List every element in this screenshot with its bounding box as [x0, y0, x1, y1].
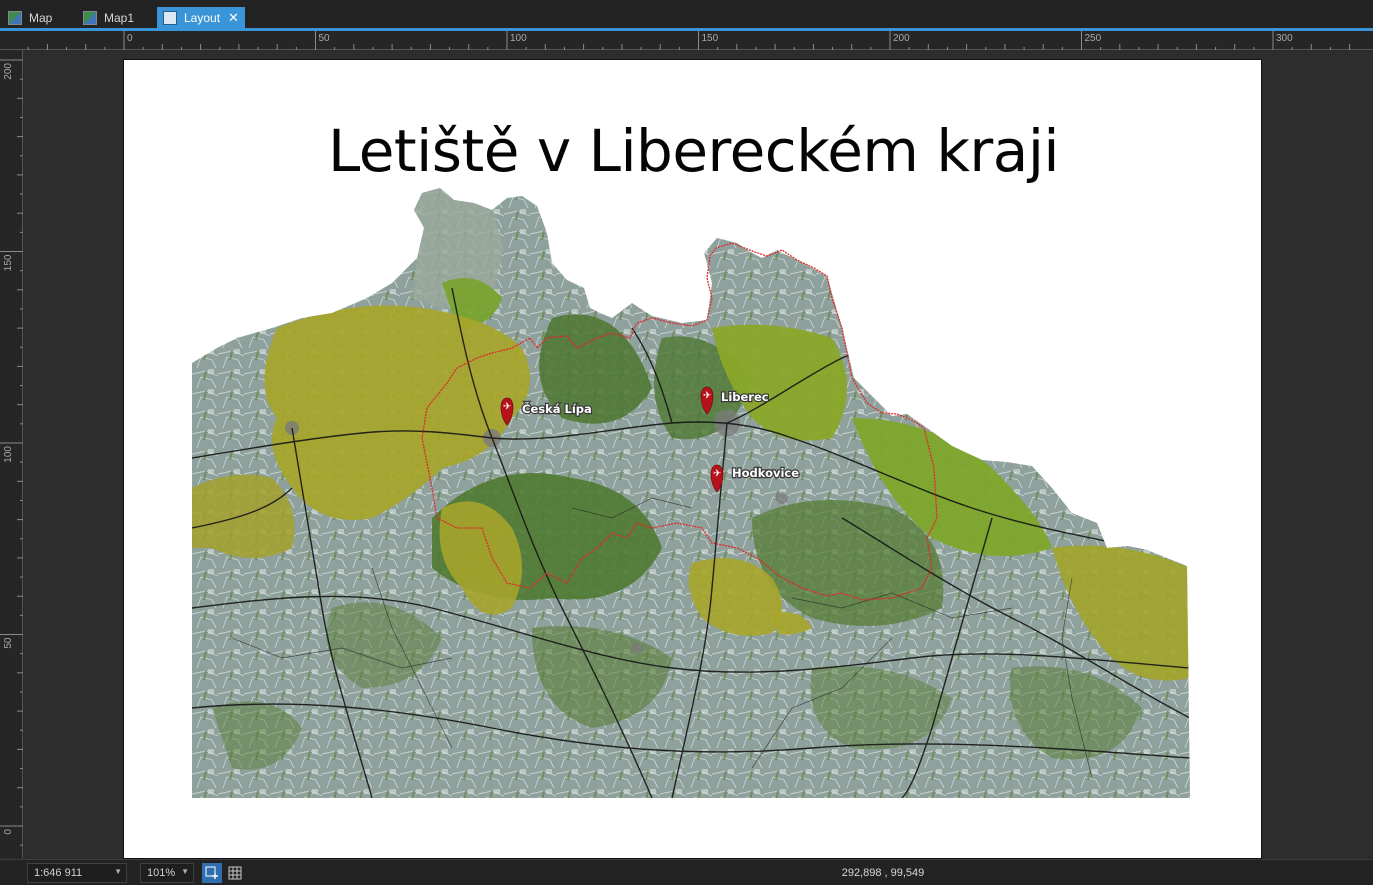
close-icon[interactable]: ✕: [228, 10, 239, 26]
chevron-down-icon: ▼: [114, 867, 122, 876]
ruler-label: 0: [127, 33, 133, 44]
tab-map1[interactable]: Map1: [77, 7, 134, 29]
tab-label: Map1: [104, 11, 135, 25]
status-bar: 1:646 911 ▼ 101% ▼ 292,898 , 99,549: [0, 859, 1373, 885]
airplane-icon: ✈: [713, 469, 721, 480]
chevron-down-icon: ▼: [181, 867, 189, 876]
ruler-label: 0: [3, 829, 14, 835]
snapping-icon: [205, 866, 218, 879]
ruler-label: 100: [3, 446, 14, 463]
ruler-label: 50: [319, 33, 331, 44]
airplane-icon: ✈: [703, 391, 711, 402]
cursor-coordinates: 292,898 , 99,549: [841, 867, 925, 879]
airport-label: Česká Lípa: [522, 401, 592, 416]
document-tab-bar: Map Map1 Layout ✕: [0, 0, 1373, 29]
map-icon: [83, 11, 97, 25]
scale-value: 1:646 911: [34, 867, 83, 879]
zoom-dropdown[interactable]: 101% ▼: [140, 863, 194, 883]
map-frame[interactable]: ✈ Česká Lípa ✈ Liberec ✈ Hodkovice: [192, 188, 1190, 798]
grid-icon: [228, 866, 242, 880]
ruler-label: 200: [893, 33, 910, 44]
tab-map[interactable]: Map: [2, 7, 52, 29]
ruler-label: 150: [702, 33, 719, 44]
map-terrain: [192, 188, 1190, 798]
tab-label: Layout: [184, 11, 221, 25]
layout-icon: [163, 11, 177, 25]
ruler-label: 100: [510, 33, 527, 44]
snapping-toggle-button[interactable]: [202, 863, 222, 883]
tab-label: Map: [29, 11, 53, 25]
scale-dropdown[interactable]: 1:646 911 ▼: [27, 863, 127, 883]
ruler-label: 150: [3, 254, 14, 271]
airport-label: Hodkovice: [732, 466, 799, 480]
ruler-label: 250: [1085, 33, 1102, 44]
horizontal-ruler-scale: 0 50 100 150 200 250 300: [27, 31, 1351, 50]
vertical-ruler[interactable]: 200 150 100 50 0: [0, 50, 23, 858]
airport-label: Liberec: [721, 390, 769, 404]
layout-canvas[interactable]: Letiště v Libereckém kraji ✈ Česká Lípa …: [24, 51, 1373, 859]
zoom-value: 101%: [147, 867, 176, 879]
airplane-icon: ✈: [503, 402, 511, 413]
grid-toggle-button[interactable]: [225, 863, 245, 883]
horizontal-ruler[interactable]: 0 50 100 150 200 250 300: [0, 31, 1373, 50]
ruler-label: 50: [3, 637, 14, 649]
layout-title[interactable]: Letiště v Libereckém kraji: [124, 117, 1263, 185]
tab-layout[interactable]: Layout ✕: [157, 7, 245, 29]
vertical-ruler-scale: 200 150 100 50 0: [0, 59, 23, 846]
map-icon: [8, 11, 22, 25]
layout-page[interactable]: Letiště v Libereckém kraji ✈ Česká Lípa …: [123, 59, 1262, 859]
ruler-label: 300: [1276, 33, 1293, 44]
ruler-label: 200: [3, 63, 14, 80]
